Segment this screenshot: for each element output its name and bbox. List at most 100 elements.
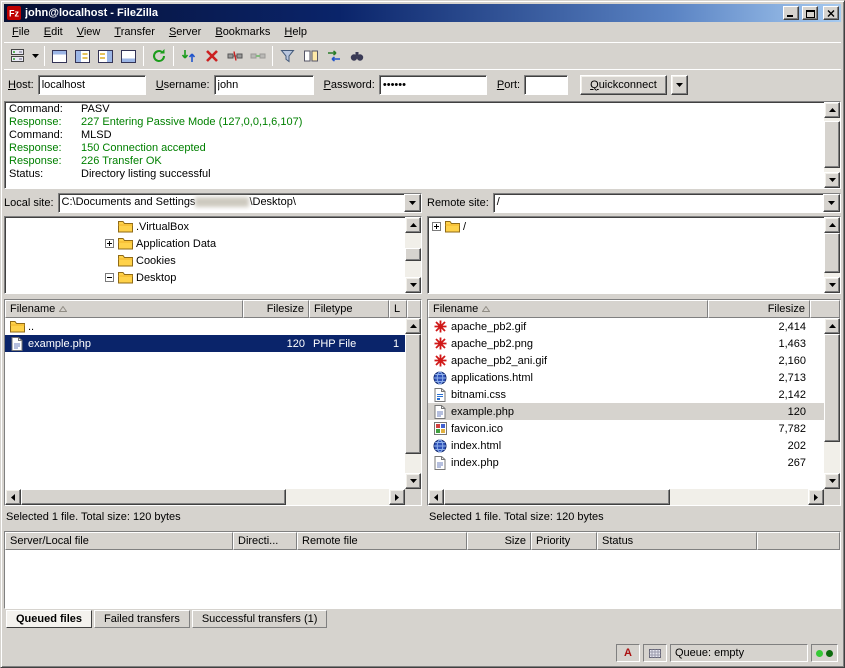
menu-server[interactable]: Server bbox=[162, 23, 208, 41]
quickconnect-dropdown-button[interactable] bbox=[671, 75, 688, 95]
tree-item[interactable]: .VirtualBox bbox=[5, 218, 405, 235]
scrollbar-thumb[interactable] bbox=[21, 489, 286, 505]
synchronized-browsing-icon[interactable] bbox=[322, 45, 345, 67]
cancel-icon[interactable] bbox=[200, 45, 223, 67]
tab-failed-transfers[interactable]: Failed transfers bbox=[94, 610, 190, 628]
scrollbar-track[interactable] bbox=[824, 118, 840, 172]
expand-icon[interactable] bbox=[432, 222, 441, 231]
transfer-queue-body[interactable] bbox=[5, 550, 840, 608]
toggle-queue-icon[interactable] bbox=[117, 45, 140, 67]
tree-item[interactable]: Desktop bbox=[5, 269, 405, 286]
toggle-message-log-icon[interactable] bbox=[48, 45, 71, 67]
scrollbar-track[interactable] bbox=[444, 489, 808, 505]
file-row[interactable]: applications.html2,713 bbox=[428, 369, 824, 386]
column-header-priority[interactable]: Priority bbox=[531, 532, 597, 550]
site-manager-dropdown-icon[interactable] bbox=[30, 45, 41, 67]
scroll-right-button[interactable] bbox=[389, 489, 405, 505]
menu-bookmarks[interactable]: Bookmarks bbox=[208, 23, 277, 41]
scroll-up-button[interactable] bbox=[824, 102, 840, 118]
scroll-down-button[interactable] bbox=[824, 172, 840, 188]
file-row[interactable]: bitnami.css2,142 bbox=[428, 386, 824, 403]
close-button[interactable] bbox=[823, 6, 839, 20]
column-header-remote-file[interactable]: Remote file bbox=[297, 532, 467, 550]
remote-list-hscroll[interactable] bbox=[428, 489, 824, 505]
column-header-filename[interactable]: Filename bbox=[428, 300, 708, 318]
titlebar[interactable]: Fz john@localhost - FileZilla bbox=[4, 4, 841, 22]
menu-help[interactable]: Help bbox=[277, 23, 314, 41]
remote-list-vscroll[interactable] bbox=[824, 318, 840, 489]
scrollbar-track[interactable] bbox=[405, 334, 421, 473]
scroll-left-button[interactable] bbox=[428, 489, 444, 505]
host-input[interactable] bbox=[38, 75, 146, 95]
file-row[interactable]: example.php120 bbox=[428, 403, 824, 420]
password-input[interactable] bbox=[379, 75, 487, 95]
tab-successful-transfers-1[interactable]: Successful transfers (1) bbox=[192, 610, 328, 628]
column-header-status[interactable]: Status bbox=[597, 532, 757, 550]
column-header-filetype[interactable]: Filetype bbox=[309, 300, 389, 318]
local-list-vscroll[interactable] bbox=[405, 318, 421, 489]
scroll-down-button[interactable] bbox=[824, 473, 840, 489]
local-tree-vscroll[interactable] bbox=[405, 217, 421, 293]
column-header-filesize[interactable]: Filesize bbox=[708, 300, 810, 318]
message-log-vscroll[interactable] bbox=[824, 102, 840, 188]
tab-queued-files[interactable]: Queued files bbox=[6, 610, 92, 628]
scroll-up-button[interactable] bbox=[405, 217, 421, 233]
local-site-dropdown-icon[interactable] bbox=[404, 194, 421, 212]
file-row[interactable]: index.php267 bbox=[428, 454, 824, 471]
scrollbar-thumb[interactable] bbox=[824, 233, 840, 273]
file-row[interactable]: example.php120PHP File1 bbox=[5, 335, 405, 352]
filter-icon[interactable] bbox=[276, 45, 299, 67]
username-input[interactable] bbox=[214, 75, 314, 95]
scroll-down-button[interactable] bbox=[405, 277, 421, 293]
menu-transfer[interactable]: Transfer bbox=[107, 23, 162, 41]
scroll-up-button[interactable] bbox=[405, 318, 421, 334]
toggle-local-tree-icon[interactable] bbox=[71, 45, 94, 67]
scrollbar-track[interactable] bbox=[21, 489, 389, 505]
remote-directory-tree[interactable]: / bbox=[427, 216, 841, 294]
scrollbar-thumb[interactable] bbox=[824, 334, 840, 442]
tree-item[interactable]: Cookies bbox=[5, 252, 405, 269]
reconnect-icon[interactable] bbox=[246, 45, 269, 67]
tree-item[interactable]: Application Data bbox=[5, 235, 405, 252]
site-manager-icon[interactable] bbox=[7, 45, 30, 67]
remote-tree-vscroll[interactable] bbox=[824, 217, 840, 293]
scrollbar-track[interactable] bbox=[405, 233, 421, 277]
minimize-button[interactable] bbox=[783, 6, 799, 20]
column-header-directi[interactable]: Directi... bbox=[233, 532, 297, 550]
scroll-down-button[interactable] bbox=[824, 277, 840, 293]
scrollbar-track[interactable] bbox=[824, 334, 840, 473]
scrollbar-thumb[interactable] bbox=[405, 334, 421, 454]
menu-view[interactable]: View bbox=[70, 23, 108, 41]
scroll-up-button[interactable] bbox=[824, 318, 840, 334]
scroll-down-button[interactable] bbox=[405, 473, 421, 489]
local-site-combo[interactable]: C:\Documents and Settings\Desktop\ bbox=[58, 193, 422, 213]
scrollbar-thumb[interactable] bbox=[824, 121, 840, 167]
speedlimit-indicator-icon[interactable] bbox=[643, 644, 667, 662]
directory-comparison-icon[interactable] bbox=[299, 45, 322, 67]
menu-edit[interactable]: Edit bbox=[37, 23, 70, 41]
toggle-remote-tree-icon[interactable] bbox=[94, 45, 117, 67]
scroll-left-button[interactable] bbox=[5, 489, 21, 505]
column-header-size[interactable]: Size bbox=[467, 532, 531, 550]
scroll-right-button[interactable] bbox=[808, 489, 824, 505]
file-row[interactable]: favicon.ico7,782 bbox=[428, 420, 824, 437]
port-input[interactable] bbox=[524, 75, 568, 95]
column-header-l[interactable]: L bbox=[389, 300, 407, 318]
local-list-hscroll[interactable] bbox=[5, 489, 405, 505]
remote-file-list-body[interactable]: apache_pb2.gif2,414apache_pb2.png1,463ap… bbox=[428, 318, 824, 489]
collapse-icon[interactable] bbox=[105, 273, 114, 282]
transfer-type-indicator-icon[interactable]: A bbox=[616, 644, 640, 662]
local-file-list-body[interactable]: ..example.php120PHP File1 bbox=[5, 318, 405, 489]
quickconnect-button[interactable]: Quickconnect bbox=[580, 75, 667, 95]
file-row[interactable]: index.html202 bbox=[428, 437, 824, 454]
scrollbar-thumb[interactable] bbox=[444, 489, 670, 505]
find-files-icon[interactable] bbox=[345, 45, 368, 67]
column-header-server-local-file[interactable]: Server/Local file bbox=[5, 532, 233, 550]
refresh-icon[interactable] bbox=[147, 45, 170, 67]
column-header-filesize[interactable]: Filesize bbox=[243, 300, 309, 318]
maximize-button[interactable] bbox=[802, 6, 818, 20]
file-row[interactable]: apache_pb2.gif2,414 bbox=[428, 318, 824, 335]
file-row[interactable]: apache_pb2.png1,463 bbox=[428, 335, 824, 352]
remote-site-dropdown-icon[interactable] bbox=[823, 194, 840, 212]
disconnect-icon[interactable] bbox=[223, 45, 246, 67]
